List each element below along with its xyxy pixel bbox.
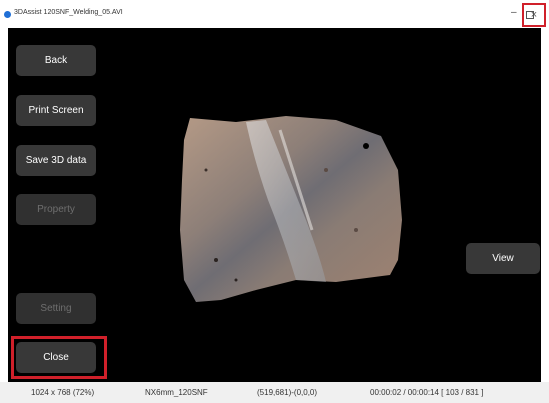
status-resolution: 1024 x 768 (72%) [31, 388, 95, 397]
app-icon [4, 11, 11, 18]
status-playback-time: 00:00:02 / 00:00:14 [ 103 / 831 ] [370, 388, 484, 397]
window-title: 3DAssist 120SNF_Welding_05.AVI [14, 9, 123, 16]
close-window-button[interactable]: × [522, 3, 546, 27]
setting-button[interactable]: Setting [16, 293, 96, 324]
close-icon: × [530, 9, 538, 21]
status-coordinates: (519,681)-(0,0,0) [257, 388, 318, 397]
close-button[interactable]: Close [16, 342, 96, 373]
title-bar: 3DAssist 120SNF_Welding_05.AVI – × [0, 0, 549, 28]
minimize-button[interactable]: – [511, 8, 517, 18]
status-model: NX6mm_120SNF [145, 388, 208, 397]
save-3d-data-button[interactable]: Save 3D data [16, 145, 96, 176]
3d-weld-scan-model[interactable] [176, 110, 406, 310]
property-button[interactable]: Property [16, 194, 96, 225]
print-screen-button[interactable]: Print Screen [16, 95, 96, 126]
status-bar: 1024 x 768 (72%) NX6mm_120SNF (519,681)-… [0, 382, 549, 403]
view-button[interactable]: View [466, 243, 540, 274]
back-button[interactable]: Back [16, 45, 96, 76]
